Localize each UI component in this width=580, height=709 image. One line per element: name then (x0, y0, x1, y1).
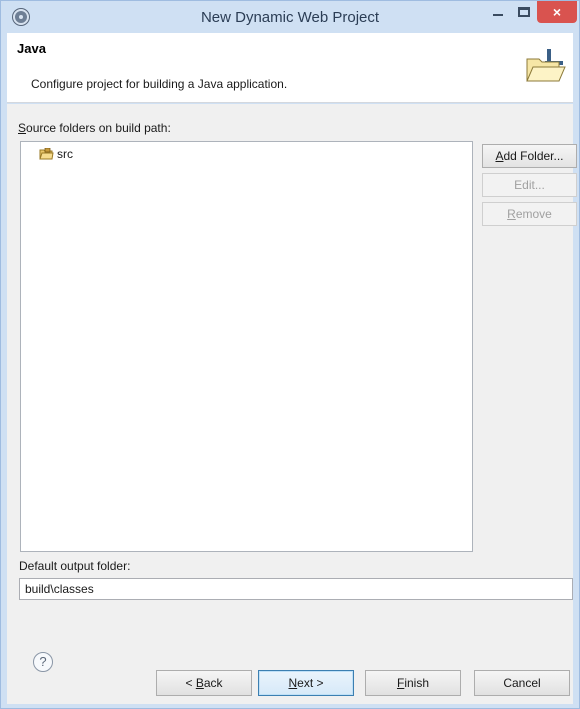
wizard-header: Java Configure project for building a Ja… (7, 33, 573, 103)
source-folders-tree[interactable]: src (20, 141, 473, 552)
output-folder-label: Default output folder: (19, 559, 131, 573)
tree-item-label: src (57, 147, 73, 161)
cancel-button[interactable]: Cancel (474, 670, 570, 696)
close-button[interactable]: × (537, 1, 577, 23)
remove-mnemonic: R (507, 207, 516, 221)
remove-label: emove (515, 207, 552, 221)
wizard-window: New Dynamic Web Project × Java Configure… (0, 0, 580, 709)
maximize-icon (518, 7, 530, 17)
add-folder-label: dd Folder... (503, 149, 564, 163)
remove-button[interactable]: Remove (482, 202, 577, 226)
minimize-button[interactable] (485, 1, 511, 23)
source-folders-label-text: ource folders on build path: (26, 121, 171, 135)
minimize-icon (493, 14, 503, 16)
output-folder-input[interactable] (19, 578, 573, 600)
back-mnemonic: B (195, 676, 204, 690)
next-button[interactable]: Next > (258, 670, 354, 696)
help-icon[interactable]: ? (33, 652, 53, 672)
next-label: ext > (297, 676, 324, 690)
content-panel: Source folders on build path: src Add Fo… (7, 104, 577, 634)
tree-item-src[interactable]: src (39, 145, 73, 163)
page-title: Java (17, 41, 46, 56)
edit-button[interactable]: Edit... (482, 173, 577, 197)
source-folders-mnemonic: S (18, 121, 27, 135)
finish-label: inish (404, 676, 430, 690)
package-folder-icon (39, 148, 54, 160)
wizard-footer: ? < Back Next > Finish Cancel (7, 634, 573, 704)
finish-button[interactable]: Finish (365, 670, 461, 696)
source-folders-label: Source folders on build path: (18, 121, 171, 135)
back-prefix: < (185, 676, 196, 690)
back-label: ack (203, 676, 223, 690)
maximize-button[interactable] (511, 1, 537, 23)
folder-wizard-icon (526, 49, 566, 82)
next-mnemonic: N (288, 676, 298, 690)
title-bar[interactable]: New Dynamic Web Project × (1, 1, 579, 33)
add-folder-button[interactable]: Add Folder... (482, 144, 577, 168)
page-description: Configure project for building a Java ap… (31, 77, 288, 91)
back-button[interactable]: < Back (156, 670, 252, 696)
